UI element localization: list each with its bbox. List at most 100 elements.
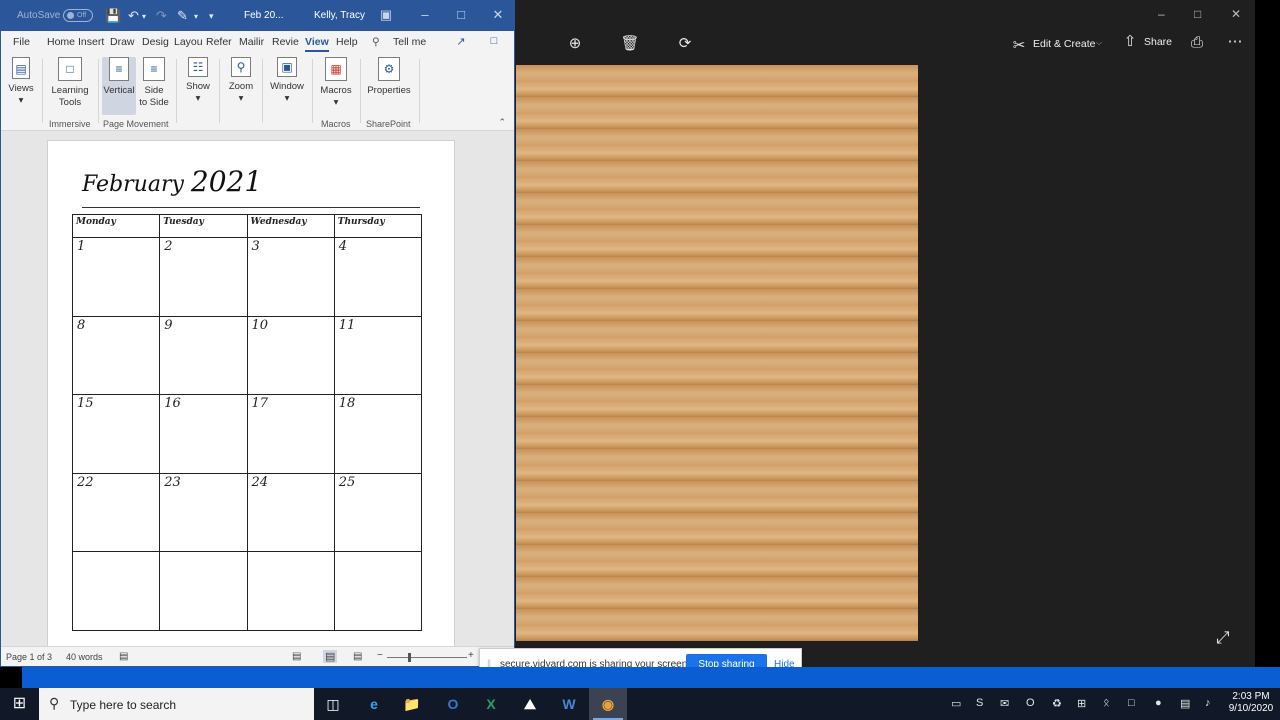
share-button[interactable]: Share — [1144, 36, 1172, 48]
macros-button[interactable]: ▦ Macros ▾ — [317, 57, 355, 109]
properties-label: Properties — [367, 85, 411, 96]
tab-insert[interactable]: Insert — [78, 36, 104, 48]
document-title: Feb 20... — [244, 10, 284, 21]
ribbon-separator — [176, 59, 177, 123]
tray-skype-icon[interactable]: S — [976, 697, 983, 709]
photos-minimize-icon[interactable]: – — [1158, 7, 1165, 21]
redo-icon[interactable]: ↷ — [156, 8, 167, 24]
file-explorer-icon[interactable]: 📁 — [393, 688, 431, 720]
undo-icon[interactable]: ↶ — [128, 8, 139, 24]
wood-texture-image — [516, 65, 918, 641]
tab-home[interactable]: Home — [47, 36, 75, 48]
autosave-toggle[interactable]: Off — [63, 9, 93, 22]
vertical-button[interactable]: ≡ Vertical — [102, 57, 136, 115]
delete-icon[interactable]: 🗑 — [620, 34, 640, 52]
learning-tools-label-2: Tools — [58, 97, 82, 108]
volume-icon[interactable]: ♪ — [1205, 697, 1211, 709]
print-layout-icon[interactable]: ▤ — [323, 650, 338, 663]
document-page[interactable]: February 2021 Monday Tuesday Wednesday T… — [47, 140, 455, 646]
tell-me-box[interactable]: Tell me — [393, 36, 426, 48]
tab-view[interactable]: View — [305, 36, 329, 52]
share-icon[interactable]: ↗ — [453, 35, 469, 49]
user-name[interactable]: Kelly, Tracy — [314, 10, 365, 21]
page-count[interactable]: Page 1 of 3 — [6, 652, 52, 662]
calendar-week-row: 1 2 3 4 — [71, 237, 423, 317]
collapse-ribbon-icon[interactable]: ⌃ — [498, 117, 506, 128]
share-photo-icon[interactable]: ⇧ — [1120, 32, 1140, 50]
tab-draw[interactable]: Draw — [110, 36, 135, 48]
maximize-icon[interactable]: □ — [451, 7, 471, 22]
zoom-slider-thumb[interactable] — [408, 653, 411, 662]
tray-mail-icon[interactable]: ✉ — [1000, 697, 1009, 710]
tray-sync-icon[interactable]: ♻ — [1052, 697, 1062, 710]
zoom-slider[interactable] — [387, 657, 467, 658]
zoom-in-photo-icon[interactable]: ⊕ — [565, 34, 585, 52]
window-button[interactable]: ▣ Window ▾ — [267, 57, 307, 105]
calendar-day — [246, 551, 335, 631]
properties-button[interactable]: ⚙ Properties — [365, 57, 413, 97]
read-mode-icon[interactable]: ▤ — [292, 651, 301, 662]
tab-help[interactable]: Help — [336, 36, 358, 48]
excel-icon[interactable]: X — [472, 688, 510, 720]
desktop-background — [0, 667, 1280, 688]
edit-create-icon[interactable]: ✂ — [1009, 36, 1029, 54]
calendar-week-row: 22 23 24 25 — [71, 472, 423, 552]
properties-icon: ⚙ — [378, 57, 400, 81]
bluetooth-icon[interactable]: ᛟ — [1103, 697, 1110, 709]
network-icon[interactable]: ▤ — [1180, 697, 1190, 710]
edit-create-chevron-icon[interactable]: ⌵ — [1096, 38, 1102, 48]
calendar-day: 23 — [159, 472, 248, 552]
more-options-icon[interactable]: ⋯ — [1225, 32, 1245, 50]
tab-layout[interactable]: Layou — [174, 36, 203, 48]
photos-maximize-icon[interactable]: □ — [1194, 7, 1201, 21]
tray-shield-icon[interactable]: □ — [1128, 697, 1135, 709]
save-icon[interactable]: 💾 — [105, 8, 121, 24]
photos-close-icon[interactable]: ✕ — [1231, 7, 1241, 21]
ribbon-display-icon[interactable]: ▣ — [376, 7, 396, 23]
tray-usb-icon[interactable]: ▭ — [951, 697, 961, 710]
touch-mode-icon[interactable]: ✎ — [177, 8, 188, 24]
expand-icon[interactable]: ⤢ — [1216, 628, 1230, 648]
undo-dropdown-icon[interactable]: ▾ — [142, 12, 146, 21]
tray-outlook-icon[interactable]: O — [1026, 697, 1035, 709]
group-immersive: Immersive — [49, 119, 91, 129]
rotate-icon[interactable]: ⟳ — [675, 34, 695, 52]
windows-start-icon[interactable]: ⊞ — [0, 688, 39, 720]
ribbon: ▤ Views ▾ □ Learning Tools ≡ Vertical ≡ S… — [1, 53, 514, 131]
word-app-icon[interactable]: W — [550, 688, 588, 720]
document-area[interactable]: February 2021 Monday Tuesday Wednesday T… — [1, 131, 514, 646]
taskbar-search[interactable]: ⚲ Type here to search — [39, 688, 314, 720]
outlook-icon[interactable]: O — [434, 688, 472, 720]
proofing-icon[interactable]: ▤ — [119, 651, 128, 662]
zoom-out-icon[interactable]: − — [377, 650, 383, 661]
tab-references[interactable]: Refer — [206, 36, 232, 48]
customize-qat-icon[interactable]: ▾ — [209, 11, 214, 22]
touch-dropdown-icon[interactable]: ▾ — [194, 12, 198, 21]
print-icon[interactable]: ⎙ — [1187, 34, 1207, 51]
tab-design[interactable]: Desig — [142, 36, 169, 48]
side-to-side-button[interactable]: ≡ Side to Side — [137, 57, 171, 109]
views-button[interactable]: ▤ Views ▾ — [5, 57, 37, 107]
autosave-label: AutoSave — [17, 10, 61, 21]
word-count[interactable]: 40 words — [66, 652, 103, 662]
tab-mailings[interactable]: Mailir — [239, 36, 264, 48]
chrome-icon[interactable]: ◉ — [589, 688, 627, 720]
close-icon[interactable]: ✕ — [488, 7, 508, 23]
microphone-icon[interactable]: ● — [1155, 697, 1162, 709]
task-view-icon[interactable]: ◫ — [314, 688, 352, 720]
tab-review[interactable]: Revie — [272, 36, 299, 48]
show-button[interactable]: ☷ Show ▾ — [183, 57, 213, 105]
edge-icon[interactable]: e — [355, 688, 393, 720]
learning-tools-button[interactable]: □ Learning Tools — [47, 57, 93, 109]
edit-create-button[interactable]: Edit & Create — [1033, 38, 1095, 50]
comments-icon[interactable]: □ — [486, 35, 502, 49]
zoom-button[interactable]: ⚲ Zoom ▾ — [226, 57, 256, 105]
photos-app-icon[interactable]: ⛰ — [511, 688, 549, 720]
clock[interactable]: 2:03 PM 9/10/2020 — [1228, 691, 1274, 715]
minimize-icon[interactable]: – — [415, 7, 435, 22]
tab-file[interactable]: File — [13, 36, 30, 48]
web-layout-icon[interactable]: ▤ — [353, 651, 362, 662]
zoom-in-icon[interactable]: + — [468, 650, 474, 661]
tray-windows-icon[interactable]: ⊞ — [1077, 697, 1086, 710]
calendar-day: 3 — [246, 237, 335, 317]
